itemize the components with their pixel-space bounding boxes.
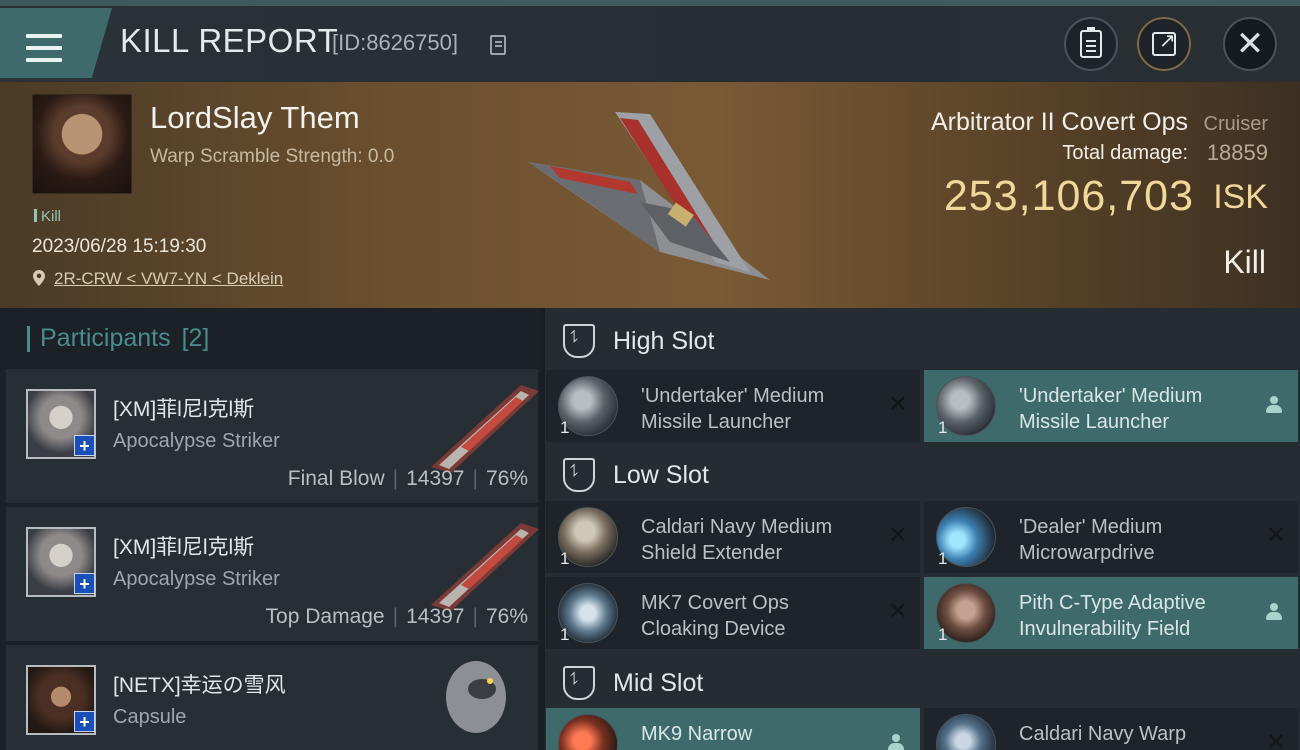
participant-row[interactable]: + [XM]菲l尼l克l斯 Apocalypse Striker Top Dam… [6,507,539,641]
module-name: 'Undertaker' Medium Missile Launcher [641,385,825,433]
module-item[interactable]: 1 'Undertaker' Medium Missile Launcher ✕ [546,370,920,442]
module-item[interactable]: Caldari Navy Warp ✕ [924,708,1298,750]
isk-value: 253,106,703 [943,172,1194,220]
participants-label: Participants [40,324,171,352]
warp-scramble-strength: Warp Scramble Strength: 0.0 [150,146,395,167]
kill-tag: Kill [34,208,61,225]
participants-count: [2] [181,324,210,352]
dropped-person-icon [1266,396,1282,414]
participant-stats: Top Damage | 14397 | 76% [265,605,528,628]
slot-title: High Slot [613,327,715,355]
fitting-panel: High Slot 1 'Undertaker' MediumMissile L… [545,308,1300,750]
participants-panel: Participants [2] + [XM]菲l尼l克l斯 Apocalyps… [0,308,540,750]
module-item[interactable]: 1 Pith C-Type Adaptive Invulnerability Fi… [924,577,1298,649]
module-quantity: 1 [560,418,570,437]
warp-disruptor-icon [936,714,996,750]
participants-heading: Participants [2] [27,324,209,353]
close-icon: ✕ [1235,25,1265,63]
module-name: 'Undertaker' Medium Missile Launcher [1019,385,1203,433]
high-slot-icon [563,324,595,358]
isk-unit: ISK [1213,178,1268,216]
victim-name[interactable]: LordSlay Them [150,100,360,136]
participant-percent: 76% [485,605,528,628]
module-name: Caldari Navy Medium Shield Extender [641,516,833,564]
participant-ship-image [446,661,506,733]
total-damage-label: Total damage: [1062,142,1188,164]
dropped-person-icon [888,734,904,750]
header-accent-line [0,0,1300,6]
victim-banner: LordSlay Them Warp Scramble Strength: 0.… [0,82,1300,308]
participant-damage: 14397 [406,467,465,490]
share-icon [1152,28,1176,56]
share-button[interactable] [1137,17,1191,71]
module-item[interactable]: 1 'Dealer' Medium Microwarpdrive ✕ [924,501,1298,573]
module-quantity: 1 [560,625,570,644]
module-item[interactable]: MK9 Narrow [546,708,920,750]
clipboard-button[interactable] [1064,17,1118,71]
participant-role: Final Blow [287,467,385,490]
module-name: MK9 Narrow [641,723,753,745]
module-quantity: 1 [938,418,948,437]
participant-name: [XM]菲l尼l克l斯 [113,398,255,421]
module-quantity: 1 [938,549,948,568]
location-pin-icon [33,270,45,286]
victim-ship-name[interactable]: Arbitrator II Covert Ops [931,108,1188,137]
module-item[interactable]: 1 'Undertaker' Medium Missile Launcher [924,370,1298,442]
module-quantity: 1 [938,625,948,644]
participant-ship-image [431,523,539,611]
high-slot-header: High Slot [545,308,1300,370]
participant-name: [NETX]幸运の雪风 [113,674,286,697]
destroyed-icon: ✕ [1265,522,1286,549]
participant-percent: 76% [485,467,528,490]
close-button[interactable]: ✕ [1223,17,1277,71]
add-contact-icon[interactable]: + [74,711,95,732]
kill-result: Kill [1223,244,1266,280]
module-quantity: 1 [560,549,570,568]
dropped-person-icon [1266,603,1282,621]
module-name: Caldari Navy Warp [1019,723,1187,745]
destroyed-icon: ✕ [887,522,908,549]
participant-ship: Capsule [113,706,187,728]
module-item[interactable]: 1 MK7 Covert Ops Cloaking Device ✕ [546,577,920,649]
victim-portrait[interactable] [32,94,132,194]
menu-icon [26,34,62,62]
scanner-icon [558,714,618,750]
participant-stats: Final Blow | 14397 | 76% [287,467,528,490]
module-name: Pith C-Type Adaptive Invulnerability Fiel… [1019,592,1206,640]
destroyed-icon: ✕ [1265,729,1286,750]
kill-location-link[interactable]: 2R-CRW < VW7-YN < Deklein [54,269,283,289]
participant-row[interactable]: + [XM]菲l尼l克l斯 Apocalypse Striker Final B… [6,369,539,503]
copy-icon[interactable] [490,35,506,55]
add-contact-icon[interactable]: + [74,573,95,594]
mid-slot-icon [563,666,595,700]
module-name: 'Dealer' Medium Microwarpdrive [1019,516,1163,564]
low-slot-header: Low Slot [545,442,1300,504]
menu-button[interactable] [0,8,112,78]
victim-ship-class: Cruiser [1203,113,1268,135]
slot-title: Mid Slot [613,669,704,697]
slot-title: Low Slot [613,461,709,489]
participant-ship: Apocalypse Striker [113,430,280,452]
module-item[interactable]: 1 Caldari Navy Medium Shield Extender ✕ [546,501,920,573]
add-contact-icon[interactable]: + [74,435,95,456]
kill-timestamp: 2023/06/28 15:19:30 [32,236,207,257]
module-name: MK7 Covert Ops Cloaking Device [641,592,789,640]
participant-damage: 14397 [406,605,465,628]
destroyed-icon: ✕ [887,598,908,625]
participant-ship: Apocalypse Striker [113,568,280,590]
page-title: KILL REPORT [120,22,339,59]
header-bar: KILL REPORT [ID:8626750] ✕ [0,0,1300,82]
participant-name: [XM]菲l尼l克l斯 [113,536,255,559]
report-id: [ID:8626750] [332,30,458,55]
participant-row[interactable]: + [NETX]幸运の雪风 Capsule [6,645,538,750]
participant-role: Top Damage [265,605,385,628]
victim-ship-image [528,112,770,280]
participant-ship-image [431,385,539,473]
total-damage-value: 18859 [1206,140,1268,165]
clipboard-icon [1080,27,1102,58]
mid-slot-header: Mid Slot [545,650,1300,712]
destroyed-icon: ✕ [887,391,908,418]
low-slot-icon [563,458,595,492]
